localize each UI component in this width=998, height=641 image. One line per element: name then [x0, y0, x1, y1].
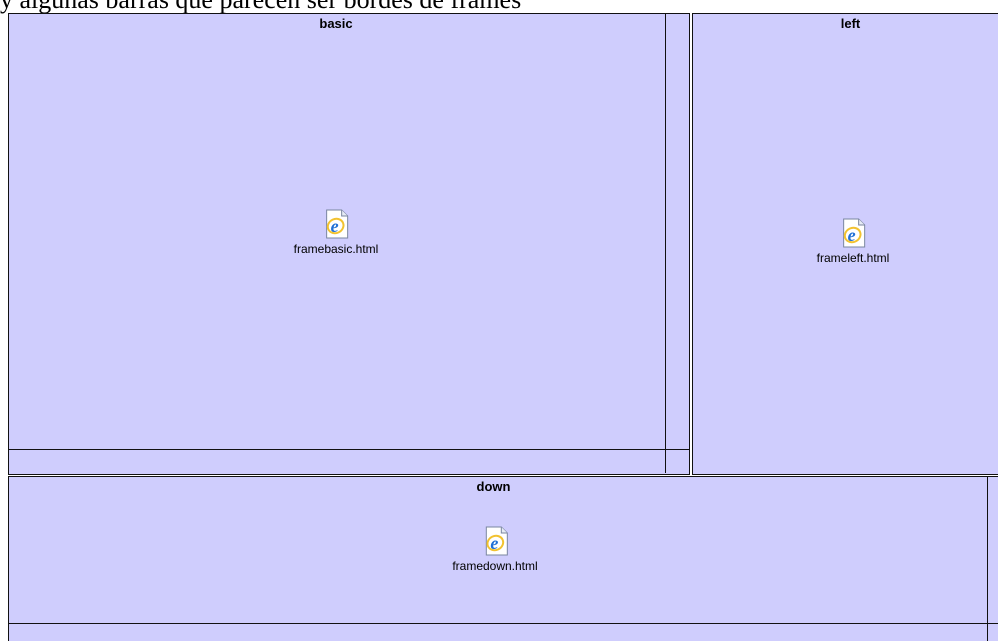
framebasic-filename: framebasic.html	[293, 242, 379, 256]
frame-left[interactable]: left e frameleft.html	[692, 13, 998, 475]
frame-basic[interactable]: basic e framebasic.html	[8, 13, 690, 475]
frameleft-file-item[interactable]: e frameleft.html	[816, 217, 890, 265]
svg-text:e: e	[848, 225, 856, 245]
framedown-filename: framedown.html	[452, 559, 538, 573]
frame-down[interactable]: down e framedown.html	[8, 476, 998, 641]
frame-basic-scrollbar-divider	[665, 14, 666, 473]
frame-down-bottom-divider	[9, 623, 998, 624]
ie-document-icon: e	[485, 526, 508, 556]
frame-basic-bottom-divider	[9, 449, 689, 450]
frame-down-title: down	[476, 479, 511, 494]
frame-left-title: left	[840, 16, 861, 31]
document-text-line: y algunas barras que parecen ser bordes …	[0, 0, 998, 14]
ie-document-icon: e	[326, 209, 349, 239]
frame-down-scrollbar-divider	[987, 477, 988, 641]
ie-document-icon: e	[843, 218, 866, 248]
frame-basic-title: basic	[319, 16, 353, 31]
framebasic-file-item[interactable]: e framebasic.html	[293, 208, 379, 256]
svg-text:e: e	[331, 216, 339, 236]
framedown-file-item[interactable]: e framedown.html	[452, 525, 538, 573]
svg-text:e: e	[490, 533, 498, 553]
frameleft-filename: frameleft.html	[816, 251, 890, 265]
